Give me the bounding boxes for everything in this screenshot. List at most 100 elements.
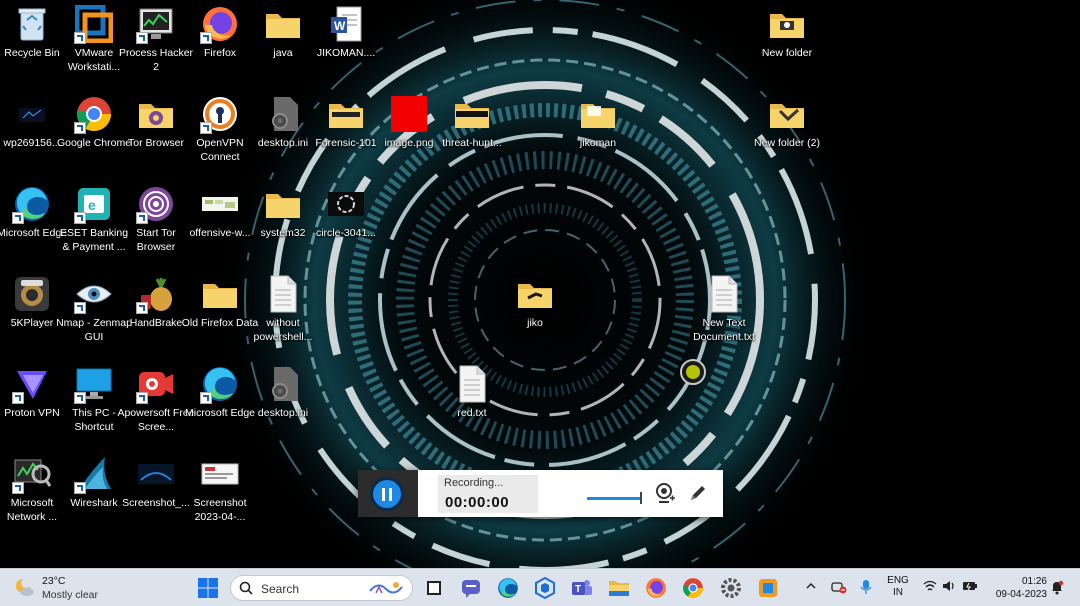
recycle-bin-icon xyxy=(12,4,52,44)
text-file-icon xyxy=(263,274,303,314)
firefox-icon xyxy=(200,4,240,44)
text-file-icon xyxy=(452,364,492,404)
image-file-icon xyxy=(136,454,176,494)
shortcut-arrow-icon xyxy=(74,482,86,494)
desktop-icon-without-powershell[interactable]: without powershell... xyxy=(251,274,315,362)
settings-file-icon xyxy=(263,364,303,404)
text-file-icon xyxy=(704,274,744,314)
system-clock[interactable]: 01:26 09-04-2023 xyxy=(989,575,1047,601)
image-file-icon xyxy=(12,94,52,134)
moon-cloud-icon[interactable] xyxy=(14,576,36,598)
camera-blocked-icon[interactable] xyxy=(831,579,847,600)
desktop: Recycle Bin VMware Workstati... Process … xyxy=(0,0,1080,568)
recording-timer: 00:00:00 xyxy=(445,494,510,511)
shortcut-arrow-icon xyxy=(200,392,212,404)
microphone-icon[interactable] xyxy=(860,579,872,600)
desktop-icon-forensic-101[interactable]: Forensic-101 xyxy=(314,94,378,182)
teams-icon[interactable]: T xyxy=(570,576,594,600)
desktop-icon-old-firefox-data[interactable]: Old Firefox Data xyxy=(182,274,258,362)
recorder-control-panel xyxy=(358,470,418,517)
shortcut-arrow-icon xyxy=(136,392,148,404)
desktop-icon-label: circle-3041... xyxy=(315,227,377,239)
desktop-icon-handbrake[interactable]: HandBrake xyxy=(124,274,188,362)
edge-icon[interactable] xyxy=(496,576,520,600)
5kplayer-icon xyxy=(12,274,52,314)
shortcut-arrow-icon xyxy=(12,392,24,404)
search-highlight-art-icon xyxy=(368,579,408,602)
handbrake-icon xyxy=(136,274,176,314)
desktop-icon-tor-browser[interactable]: Tor Browser xyxy=(124,94,188,182)
desktop-icon-start-tor-browser[interactable]: Start Tor Browser xyxy=(124,184,188,272)
desktop-icon-new-folder-2[interactable]: New folder (2) xyxy=(754,94,820,182)
desktop-icon-label: jiko xyxy=(527,317,543,329)
pause-button[interactable] xyxy=(370,477,404,511)
firefox-icon[interactable] xyxy=(644,576,668,600)
desktop-icon-threat-hunt[interactable]: threat-hunt... xyxy=(440,94,504,182)
taskbar-search[interactable]: Search xyxy=(230,575,413,601)
desktop-icon-circle-3041[interactable]: circle-3041... xyxy=(314,184,378,272)
desktop-icon-jiko[interactable]: jiko xyxy=(503,274,567,362)
screen-recorder-toolbar: Recording... 00:00:00 xyxy=(358,470,723,517)
desktop-icon-offensive-w[interactable]: offensive-w... xyxy=(188,184,252,272)
tor-browser-icon xyxy=(136,184,176,224)
image-file-icon xyxy=(326,184,366,224)
desktop-icon-screenshot[interactable]: Screenshot_... xyxy=(122,454,190,542)
desktop-icon-openvpn[interactable]: OpenVPN Connect xyxy=(188,94,252,182)
desktop-icon-new-text-document[interactable]: New Text Document.txt xyxy=(692,274,756,362)
image-file-icon xyxy=(200,454,240,494)
webcam-icon[interactable] xyxy=(654,482,676,509)
search-label: Search xyxy=(261,582,300,596)
notification-bell-icon[interactable] xyxy=(1050,579,1064,600)
clock-date: 09-04-2023 xyxy=(995,589,1047,600)
volume-icon[interactable] xyxy=(942,579,956,598)
shortcut-arrow-icon xyxy=(74,32,86,44)
desktop-icon-process-hacker[interactable]: Process Hacker 2 xyxy=(119,4,193,92)
file-explorer-icon[interactable] xyxy=(607,576,631,600)
volume-slider-handle[interactable] xyxy=(640,492,642,504)
svg-text:e: e xyxy=(88,197,96,213)
chevron-up-icon[interactable] xyxy=(805,579,817,597)
desktop-icon-label: Screenshot 2023-04-... xyxy=(193,497,247,523)
desktop-icon-red-txt[interactable]: red.txt xyxy=(440,364,504,452)
wifi-icon[interactable] xyxy=(923,579,937,598)
desktop-icon-microsoft-edge-2[interactable]: Microsoft Edge xyxy=(185,364,255,452)
weather-temperature[interactable]: 23°C xyxy=(42,575,65,587)
desktop-icon-jikoman-doc[interactable]: W JIKOMAN.... xyxy=(314,4,378,92)
task-view-icon[interactable] xyxy=(422,576,446,600)
pen-icon[interactable] xyxy=(687,482,709,509)
start-button[interactable] xyxy=(197,577,219,599)
chrome-icon[interactable] xyxy=(681,576,705,600)
shortcut-arrow-icon xyxy=(200,32,212,44)
apowersoft-icon[interactable] xyxy=(756,576,780,600)
nmap-eye-icon xyxy=(74,274,114,314)
desktop-icon-java-folder[interactable]: java xyxy=(251,4,315,92)
desktop-icon-desktop-ini-2[interactable]: desktop.ini xyxy=(251,364,315,452)
desktop-icon-label: jikoman xyxy=(579,137,617,149)
desktop-icon-label: New Text Document.txt xyxy=(693,317,755,343)
desktop-icon-image-png[interactable]: image.png xyxy=(377,94,441,182)
folder-icon xyxy=(326,94,366,134)
language-indicator[interactable]: ENG IN xyxy=(886,575,910,599)
weather-condition[interactable]: Mostly clear xyxy=(42,589,98,601)
store-icon[interactable] xyxy=(533,576,557,600)
desktop-icon-label: threat-hunt... xyxy=(442,137,502,149)
wireshark-icon xyxy=(74,454,114,494)
chrome-icon xyxy=(74,94,114,134)
settings-icon[interactable] xyxy=(719,576,743,600)
battery-icon[interactable] xyxy=(962,579,978,598)
desktop-icon-apowersoft[interactable]: Apowersoft Free Scree... xyxy=(117,364,195,452)
desktop-icon-desktop-ini[interactable]: desktop.ini xyxy=(251,94,315,182)
desktop-icon-jikoman-folder[interactable]: jikoman xyxy=(566,94,630,182)
desktop-icon-system32[interactable]: system32 xyxy=(251,184,315,272)
teams-chat-icon[interactable] xyxy=(459,576,483,600)
folder-icon xyxy=(767,4,807,44)
pause-icon xyxy=(382,487,385,501)
language-code: ENG xyxy=(887,575,909,586)
desktop-icon-firefox[interactable]: Firefox xyxy=(188,4,252,92)
desktop-icon-screenshot-2023[interactable]: Screenshot 2023-04-... xyxy=(188,454,252,542)
folder-icon xyxy=(578,94,618,134)
shortcut-arrow-icon xyxy=(74,392,86,404)
desktop-icon-new-folder[interactable]: New folder xyxy=(755,4,819,92)
folder-icon xyxy=(515,274,555,314)
volume-slider[interactable] xyxy=(587,497,642,500)
